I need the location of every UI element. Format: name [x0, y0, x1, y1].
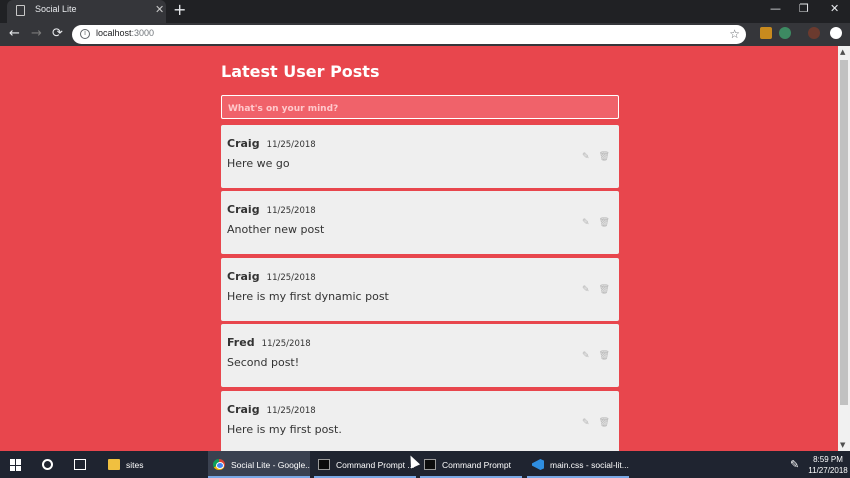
post-author: Fred	[227, 336, 255, 349]
new-tab-button[interactable]: +	[173, 1, 186, 19]
cmd-icon	[424, 459, 436, 470]
post-date: 11/25/2018	[266, 273, 316, 283]
taskbar-app-label: main.css - social-lit...	[550, 459, 629, 470]
trash-icon[interactable]: 🗑	[599, 285, 610, 295]
edit-icon[interactable]: ✎	[582, 351, 590, 361]
post-meta: Craig 11/25/2018	[227, 132, 316, 151]
post-author: Craig	[227, 137, 260, 150]
post-actions: ✎ 🗑	[582, 351, 610, 361]
page-viewport: Latest User Posts Craig 11/25/2018 Here …	[0, 46, 838, 451]
edit-icon[interactable]: ✎	[582, 285, 590, 295]
post-actions: ✎ 🗑	[582, 218, 610, 228]
post-card: Craig 11/25/2018 Another new post ✎ 🗑	[221, 191, 619, 254]
post-date: 11/25/2018	[266, 140, 316, 150]
url-port: :3000	[131, 28, 155, 38]
minimize-button[interactable]: —	[770, 2, 781, 16]
forward-button[interactable]: →	[31, 26, 42, 42]
post-input[interactable]	[222, 98, 618, 120]
post-author: Craig	[227, 270, 260, 283]
browser-tab-strip: Social Lite ✕ + — ❐ ✕	[0, 0, 850, 23]
windows-start-icon[interactable]	[10, 459, 22, 471]
post-actions: ✎ 🗑	[582, 285, 610, 295]
system-clock[interactable]: 8:59 PM 11/27/2018	[806, 454, 850, 476]
page-title: Latest User Posts	[221, 62, 380, 81]
extension-icon[interactable]	[760, 27, 772, 39]
post-body: Here is my first dynamic post	[227, 290, 389, 303]
trash-icon[interactable]: 🗑	[599, 152, 610, 162]
taskbar-app-label: Command Prompt ...	[336, 459, 415, 470]
browser-toolbar: ← → ⟳ i localhost:3000 ☆	[0, 23, 850, 46]
post-date: 11/25/2018	[266, 406, 316, 416]
extension-icon[interactable]	[779, 27, 791, 39]
restore-button[interactable]: ❐	[799, 2, 809, 16]
trash-icon[interactable]: 🗑	[599, 218, 610, 228]
cmd-icon	[318, 459, 330, 470]
bookmark-star-icon[interactable]: ☆	[729, 26, 740, 42]
tab-close-icon[interactable]: ✕	[155, 3, 164, 17]
task-view-icon[interactable]	[74, 459, 86, 470]
back-button[interactable]: ←	[9, 26, 20, 42]
menu-icon[interactable]	[830, 27, 842, 39]
post-body: Another new post	[227, 223, 325, 236]
close-window-button[interactable]: ✕	[830, 2, 839, 16]
edit-icon[interactable]: ✎	[582, 152, 590, 162]
taskbar-app-vscode[interactable]: main.css - social-lit...	[527, 451, 629, 478]
clock-time: 8:59 PM	[813, 455, 843, 464]
post-card: Craig 11/25/2018 Here we go ✎ 🗑	[221, 125, 619, 188]
post-card: Fred 11/25/2018 Second post! ✎ 🗑	[221, 324, 619, 387]
clock-date: 11/27/2018	[808, 466, 848, 475]
post-actions: ✎ 🗑	[582, 418, 610, 428]
page-icon	[16, 5, 25, 16]
taskbar-app-cmd-2[interactable]: Command Prompt	[420, 451, 522, 478]
post-date: 11/25/2018	[266, 206, 316, 216]
scroll-down-icon[interactable]: ▼	[840, 441, 845, 449]
taskbar-app-cmd-1[interactable]: Command Prompt ...	[314, 451, 416, 478]
browser-tab[interactable]: Social Lite ✕	[7, 0, 166, 23]
taskbar: sites Social Lite - Google... Command Pr…	[0, 451, 850, 478]
post-card: Craig 11/25/2018 Here is my first post. …	[221, 391, 619, 451]
taskbar-app-label: sites	[126, 459, 144, 470]
post-meta: Fred 11/25/2018	[227, 331, 311, 350]
taskbar-app-label: Command Prompt	[442, 459, 511, 470]
post-date: 11/25/2018	[261, 339, 311, 349]
reload-button[interactable]: ⟳	[52, 26, 63, 42]
post-meta: Craig 11/25/2018	[227, 198, 316, 217]
search-circle-icon[interactable]	[42, 459, 53, 470]
info-icon[interactable]: i	[80, 29, 90, 39]
taskbar-app-label: Social Lite - Google...	[231, 459, 310, 470]
post-meta: Craig 11/25/2018	[227, 265, 316, 284]
address-bar[interactable]: i localhost:3000 ☆	[72, 25, 746, 44]
profile-avatar[interactable]	[808, 27, 820, 39]
post-body: Here is my first post.	[227, 423, 342, 436]
trash-icon[interactable]: 🗑	[599, 418, 610, 428]
chrome-icon	[213, 459, 225, 470]
post-meta: Craig 11/25/2018	[227, 398, 316, 417]
post-author: Craig	[227, 203, 260, 216]
taskbar-app-chrome[interactable]: Social Lite - Google...	[208, 451, 310, 478]
post-card: Craig 11/25/2018 Here is my first dynami…	[221, 258, 619, 321]
scroll-up-icon[interactable]: ▲	[840, 48, 845, 56]
url-text: localhost:3000	[96, 28, 154, 38]
trash-icon[interactable]: 🗑	[599, 351, 610, 361]
pen-icon[interactable]: ✎	[790, 458, 799, 471]
post-author: Craig	[227, 403, 260, 416]
url-host: localhost	[96, 28, 132, 38]
tab-title: Social Lite	[35, 4, 77, 14]
edit-icon[interactable]: ✎	[582, 418, 590, 428]
post-body: Here we go	[227, 157, 290, 170]
page-scrollbar[interactable]: ▲ ▼	[838, 46, 850, 451]
edit-icon[interactable]: ✎	[582, 218, 590, 228]
post-actions: ✎ 🗑	[582, 152, 610, 162]
post-composer[interactable]	[221, 95, 619, 120]
folder-icon	[108, 459, 120, 470]
post-body: Second post!	[227, 356, 300, 369]
taskbar-app-explorer[interactable]: sites	[104, 451, 204, 478]
vscode-icon	[532, 459, 544, 470]
scrollbar-thumb[interactable]	[840, 60, 848, 405]
